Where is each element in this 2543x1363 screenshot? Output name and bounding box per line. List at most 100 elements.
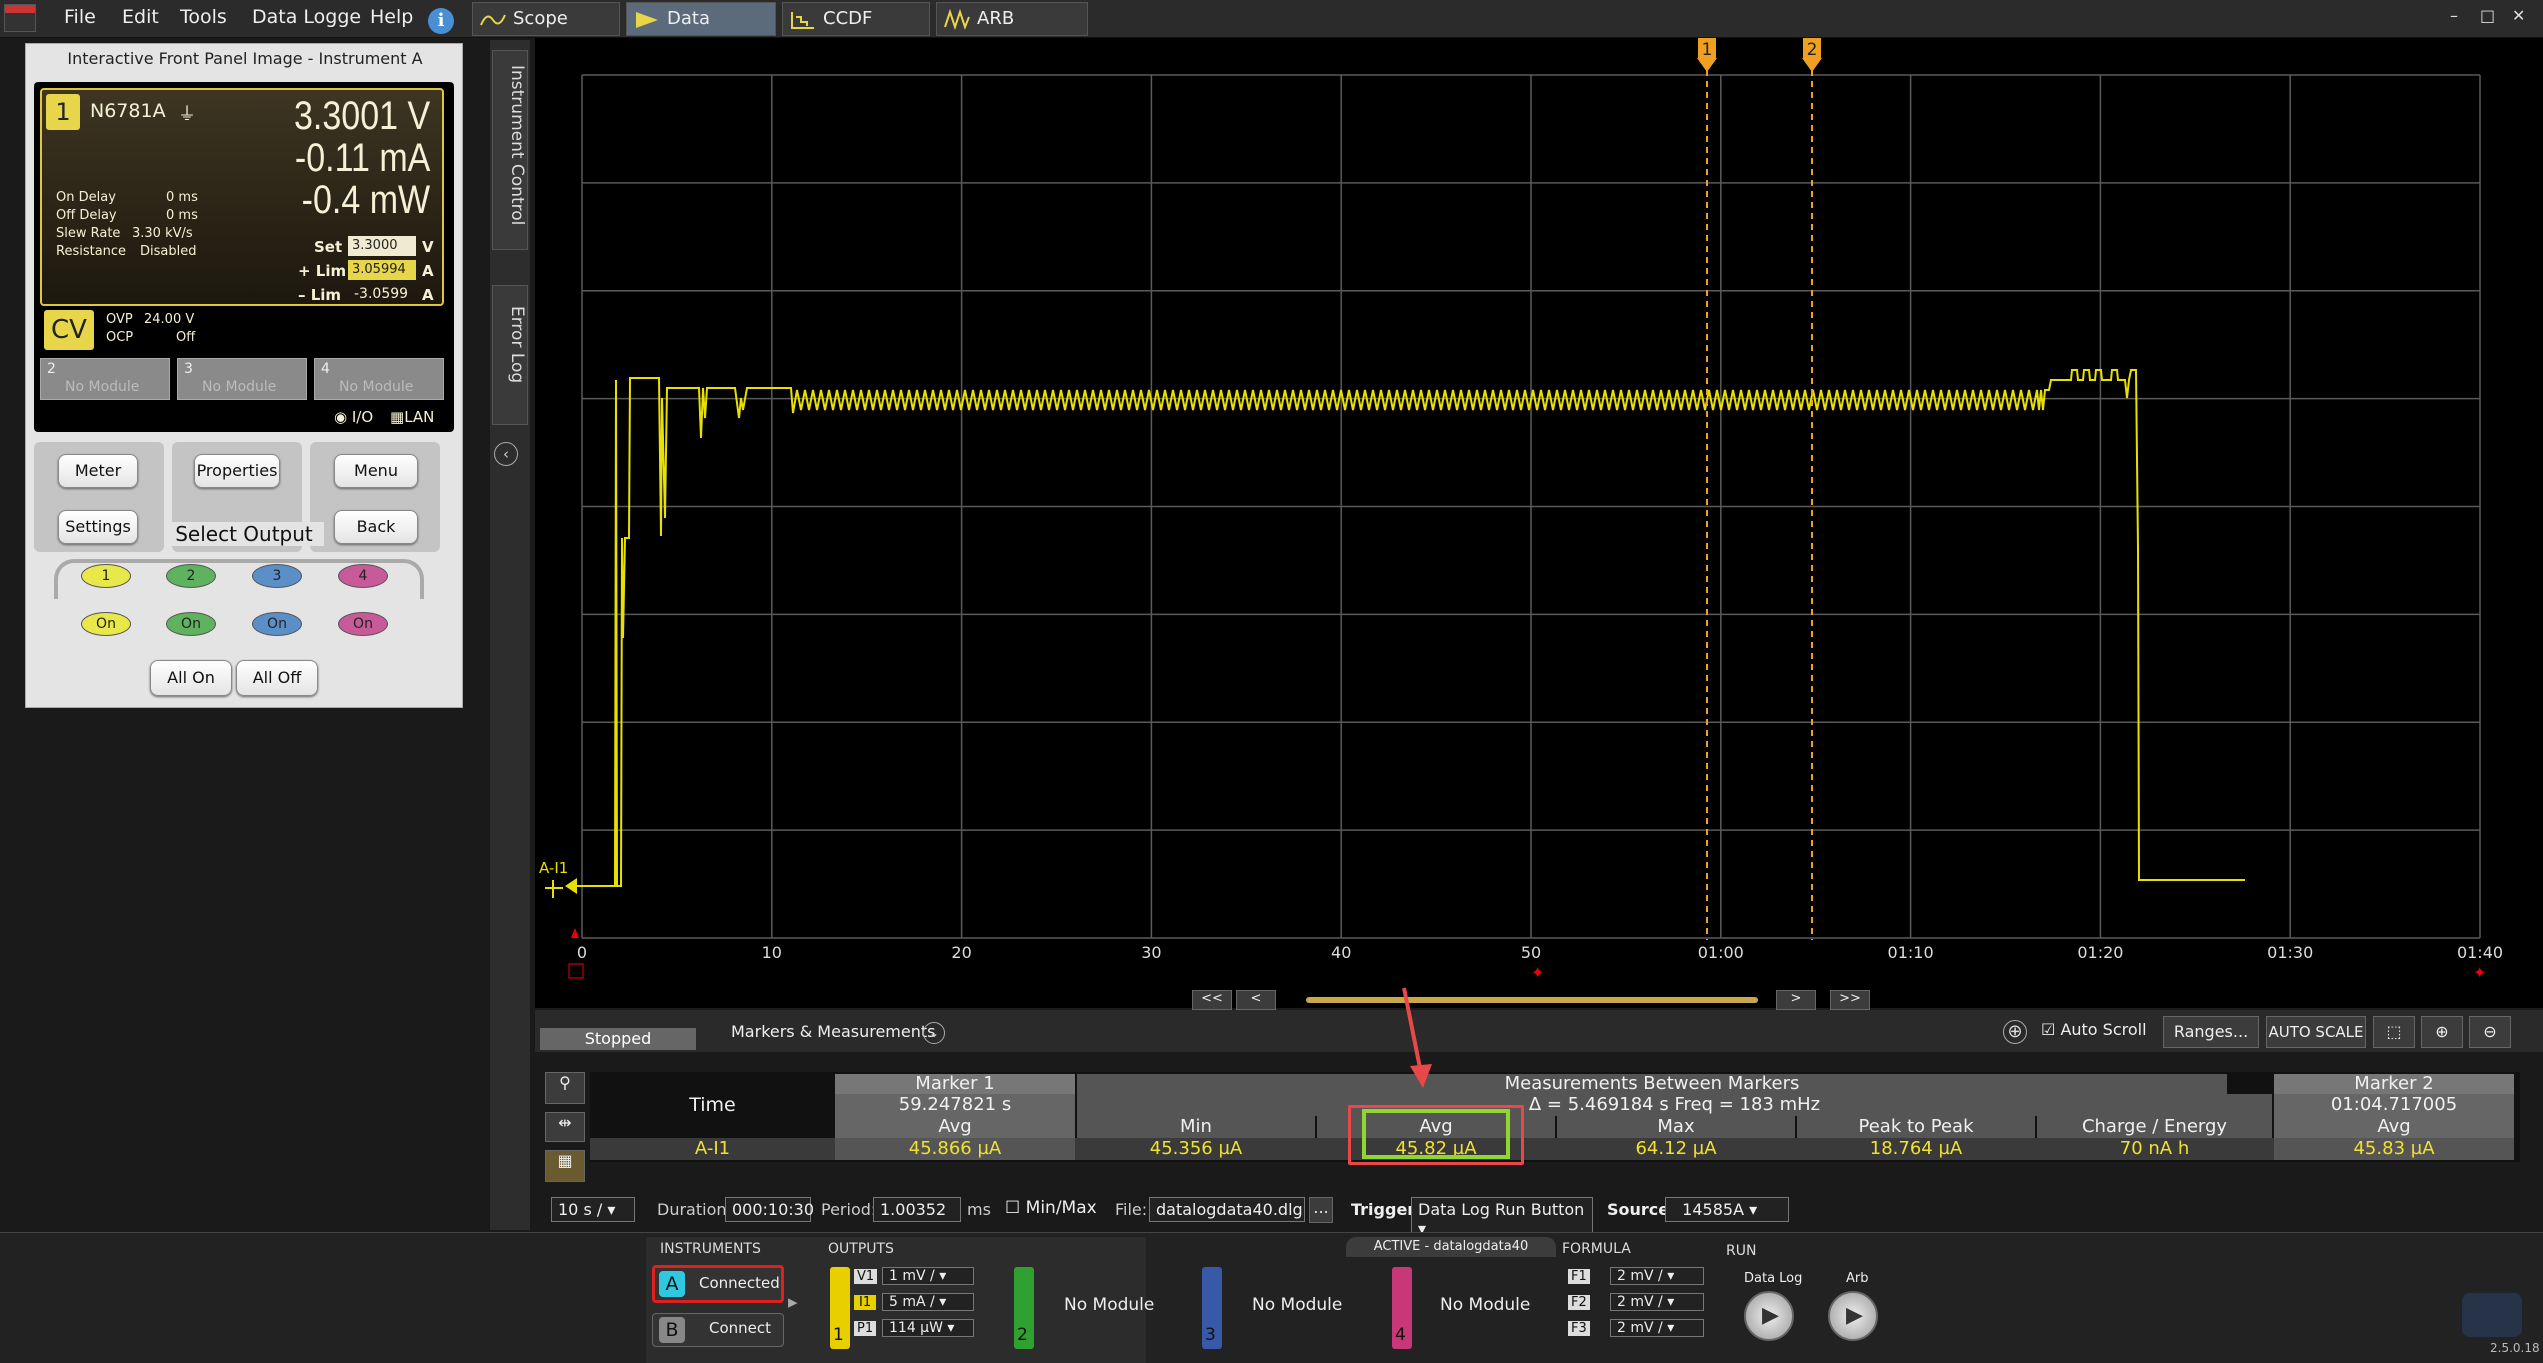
p1-scale-dropdown[interactable]: 114 µW ▾ (882, 1319, 974, 1337)
f1-scale-dropdown[interactable]: 2 mV / ▾ (1610, 1267, 1704, 1285)
range-marker-icon: ✦ (1531, 963, 1544, 982)
auto-scroll-checkbox[interactable]: ☑ Auto Scroll (2041, 1020, 2147, 1039)
minus-lim-value: -3.0599 (354, 286, 409, 302)
scroll-last-button[interactable]: >> (1830, 990, 1870, 1010)
output-3-on[interactable]: On (252, 612, 302, 636)
zoom-out-icon[interactable]: ⊖ (2469, 1016, 2511, 1048)
info-icon[interactable]: i (428, 8, 454, 34)
plus-lim-field[interactable]: 3.05994 (348, 260, 416, 280)
settings-button[interactable]: Settings (58, 510, 138, 544)
tab-ccdf[interactable]: CCDF (782, 2, 930, 36)
f1-scale: 2 mV / (1617, 1268, 1663, 1284)
scroll-thumb[interactable] (1306, 997, 1758, 1003)
output-3-select[interactable]: 3 (252, 564, 302, 588)
auto-scale-button[interactable]: AUTO SCALE (2266, 1016, 2366, 1048)
v1-scale-dropdown[interactable]: 1 mV / ▾ (882, 1267, 974, 1285)
marker-measure-icon[interactable]: ⇹ (545, 1112, 585, 1142)
p1-scale: 114 µW (889, 1320, 943, 1336)
arb-run-label: Arb (1846, 1271, 1869, 1286)
add-marker-icon[interactable]: ⊕ (2003, 1020, 2027, 1044)
trace-label: A-I1 (539, 859, 568, 877)
meter-button[interactable]: Meter (58, 454, 138, 488)
timebase-dropdown[interactable]: 10 s / ▾ (551, 1197, 635, 1222)
off-delay-label: Off Delay (56, 208, 117, 223)
output-4-on[interactable]: On (338, 612, 388, 636)
tab-scope-label: Scope (513, 8, 568, 29)
min-value: 45.356 µA (1149, 1138, 1243, 1159)
data-logger-plot[interactable]: 0 10 20 30 40 50 01:00 01:10 01:20 01:30 01:40 1 2… (535, 38, 2543, 1008)
back-button[interactable]: Back (334, 510, 418, 544)
output-1-strip[interactable]: 1 (830, 1267, 850, 1349)
f3-scale-dropdown[interactable]: 2 mV / ▾ (1610, 1319, 1704, 1337)
zoom-in-icon[interactable]: ⊕ (2421, 1016, 2463, 1048)
output-4-select[interactable]: 4 (338, 564, 388, 588)
menu-help[interactable]: Help (370, 6, 413, 28)
minimize-button[interactable]: – (2450, 6, 2458, 25)
maximize-button[interactable]: □ (2480, 6, 2495, 25)
output-2-on[interactable]: On (166, 612, 216, 636)
file-input[interactable]: datalogdata40.dlg (1149, 1197, 1305, 1222)
browse-file-button[interactable]: ... (1309, 1197, 1333, 1223)
menu-button[interactable]: Menu (334, 454, 418, 488)
marker-1[interactable]: 1 (1697, 38, 1717, 940)
minmax-checkbox[interactable]: ☐ Min/Max (1005, 1198, 1097, 1218)
origin-box-icon[interactable] (568, 963, 584, 979)
resistance-value: Disabled (140, 244, 197, 259)
instrument-control-tab[interactable]: Instrument Control (492, 50, 528, 250)
peak-to-peak-value: 18.764 µA (1869, 1138, 1963, 1159)
instrument-a-row[interactable]: A Connected (652, 1265, 784, 1303)
data-log-play-button[interactable]: ▶ (1744, 1291, 1794, 1341)
file-label: File: (1115, 1200, 1148, 1219)
expand-arrow-icon[interactable]: ▸ (788, 1291, 798, 1313)
scroll-next-button[interactable]: > (1776, 990, 1816, 1010)
zoom-box-icon[interactable]: ⬚ (2373, 1016, 2415, 1048)
timebase-value: 10 s / (558, 1200, 603, 1219)
instrument-b-row[interactable]: B Connect (652, 1313, 784, 1347)
arb-play-button[interactable]: ▶ (1828, 1291, 1878, 1341)
chat-icon[interactable] (2462, 1293, 2522, 1337)
collapse-panel-icon[interactable]: ‹ (494, 442, 518, 466)
properties-button[interactable]: Properties (194, 454, 280, 488)
between-markers-header: Measurements Between Markers (1077, 1074, 2227, 1094)
grid-view-icon[interactable]: ▦ (545, 1150, 585, 1182)
menu-file[interactable]: File (64, 6, 96, 28)
markers-measurements-label[interactable]: Markers & Measurements (731, 1022, 935, 1041)
menu-data-logger[interactable]: Data Logge (252, 6, 361, 28)
output-3-strip[interactable]: 3 (1202, 1267, 1222, 1349)
duration-input[interactable]: 000:10:30 (725, 1197, 814, 1222)
marker-2-time: 01:04.717005 (2274, 1094, 2514, 1116)
marker-2[interactable]: 2 (1802, 38, 1822, 940)
instrument-b-badge: B (659, 1317, 685, 1343)
chevron-down-icon[interactable]: ⌄ (923, 1022, 945, 1044)
scroll-prev-button[interactable]: < (1236, 990, 1276, 1010)
p1-label: P1 (854, 1321, 877, 1336)
all-on-button[interactable]: All On (150, 660, 232, 696)
all-off-button[interactable]: All Off (236, 660, 318, 696)
ranges-button[interactable]: Ranges... (2163, 1016, 2259, 1048)
i1-scale-dropdown[interactable]: 5 mA / ▾ (882, 1293, 974, 1311)
trace-indicator[interactable]: A-I1 (539, 859, 577, 898)
tab-scope[interactable]: Scope (472, 2, 620, 36)
x-tick-label: 01:40 (2457, 943, 2503, 962)
close-button[interactable]: ✕ (2512, 6, 2525, 25)
tab-data-logger[interactable]: Data Logger (626, 2, 776, 61)
output-2-strip[interactable]: 2 (1014, 1267, 1034, 1349)
output-2-number: 2 (1017, 1325, 1028, 1345)
tab-arb[interactable]: ARB (936, 2, 1088, 36)
model-label: N6781A (90, 100, 166, 122)
set-value-field[interactable]: 3.3000 (348, 236, 416, 256)
plot-area[interactable]: 0 10 20 30 40 50 01:00 01:10 01:20 01:30 01:40 1 2… (535, 38, 2543, 1008)
source-dropdown[interactable]: 14585A ▾ (1665, 1197, 1789, 1222)
output-1-select[interactable]: 1 (81, 564, 131, 588)
error-log-tab[interactable]: Error Log (492, 285, 528, 425)
menu-edit[interactable]: Edit (122, 6, 159, 28)
f2-scale-dropdown[interactable]: 2 mV / ▾ (1610, 1293, 1704, 1311)
scroll-first-button[interactable]: << (1192, 990, 1232, 1010)
menu-tools[interactable]: Tools (180, 6, 227, 28)
output-4-strip[interactable]: 4 (1392, 1267, 1412, 1349)
minus-lim-label: – Lim (298, 286, 342, 304)
cursor-tool-icon[interactable]: ⚲ (545, 1072, 585, 1104)
output-2-select[interactable]: 2 (166, 564, 216, 588)
period-input[interactable]: 1.00352 (873, 1197, 961, 1222)
output-1-on[interactable]: On (81, 612, 131, 636)
